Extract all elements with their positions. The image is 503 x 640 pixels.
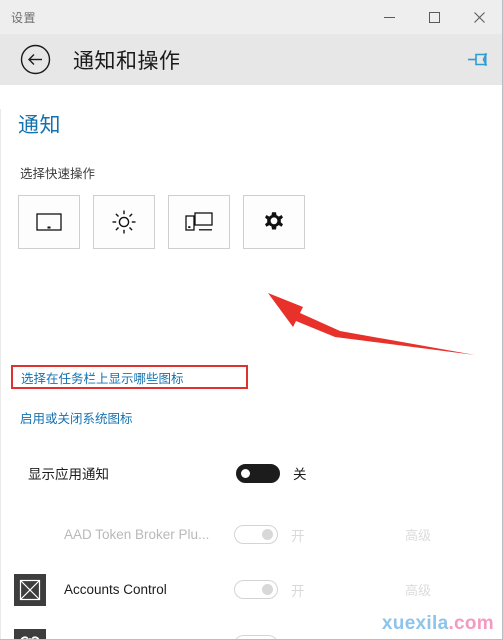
advanced-link[interactable]: 高级 bbox=[405, 580, 431, 599]
connect-project-tile[interactable] bbox=[168, 195, 230, 249]
title-bar: 设置 bbox=[0, 0, 502, 34]
watermark: xuexila.com bbox=[382, 613, 494, 635]
quick-actions-row bbox=[18, 195, 502, 249]
page-header: 通知和操作 bbox=[0, 34, 502, 85]
quick-actions-label: 选择快速操作 bbox=[20, 167, 96, 181]
pin-button[interactable] bbox=[466, 48, 490, 72]
app-toggle-state: 开 bbox=[291, 635, 305, 640]
close-icon bbox=[474, 11, 485, 23]
toggle-knob bbox=[241, 468, 250, 478]
settings-window: 设置 通知和操作 通知 选择快速操作 选择在任务栏上显示哪些图标 启用或关闭系统… bbox=[0, 0, 503, 640]
maximize-icon bbox=[429, 11, 440, 23]
minimize-icon bbox=[384, 16, 395, 18]
blank-icon bbox=[14, 519, 46, 551]
alarm-clock-icon bbox=[14, 628, 46, 639]
watermark-tld: .com bbox=[448, 613, 494, 634]
app-notification-toggle[interactable] bbox=[234, 580, 278, 599]
app-toggle-state: 开 bbox=[291, 583, 305, 599]
list-item[interactable]: Accounts Control 开 高级 bbox=[1, 562, 502, 617]
system-icons-link[interactable]: 启用或关闭系统图标 bbox=[20, 408, 133, 427]
brightness-tile[interactable] bbox=[93, 195, 155, 249]
app-toggle-state: 开 bbox=[291, 528, 305, 544]
project-devices-icon bbox=[185, 212, 213, 231]
tablet-mode-tile[interactable] bbox=[18, 195, 80, 249]
app-name: AAD Token Broker Plu... bbox=[64, 527, 210, 542]
maximize-button[interactable] bbox=[412, 0, 457, 34]
missing-image-x-icon bbox=[14, 573, 46, 606]
tablet-icon bbox=[36, 213, 62, 231]
section-heading-notifications: 通知 bbox=[18, 114, 61, 137]
settings-content: 通知 选择快速操作 选择在任务栏上显示哪些图标 启用或关闭系统图标 显示应用通知… bbox=[0, 109, 502, 640]
back-arrow-icon bbox=[20, 44, 51, 75]
app-notification-toggle[interactable] bbox=[234, 525, 278, 544]
app-name: Accounts Control bbox=[64, 582, 167, 597]
minimize-button[interactable] bbox=[367, 0, 412, 34]
window-title: 设置 bbox=[11, 10, 37, 25]
show-app-notifications-row: 显示应用通知 关 bbox=[1, 457, 502, 489]
advanced-link[interactable]: 高级 bbox=[405, 525, 431, 544]
show-app-notifications-toggle[interactable] bbox=[236, 463, 280, 483]
window-controls bbox=[367, 0, 502, 34]
missing-image-x-glyph bbox=[19, 579, 41, 600]
close-button[interactable] bbox=[457, 0, 502, 34]
watermark-site: xuexila bbox=[381, 613, 449, 634]
app-notification-toggle[interactable] bbox=[234, 635, 278, 639]
gear-icon bbox=[265, 212, 283, 230]
all-settings-tile[interactable] bbox=[243, 195, 305, 249]
brightness-sun-icon bbox=[112, 210, 136, 234]
show-app-notifications-state: 关 bbox=[293, 467, 307, 482]
pin-icon bbox=[468, 52, 488, 66]
alarm-clock-glyph bbox=[20, 635, 40, 639]
back-button[interactable] bbox=[19, 43, 52, 76]
advanced-link[interactable]: 高级 bbox=[405, 635, 431, 639]
taskbar-icons-link[interactable]: 选择在任务栏上显示哪些图标 bbox=[21, 368, 184, 387]
toggle-knob bbox=[262, 529, 273, 540]
taskbar-icons-highlight-box: 选择在任务栏上显示哪些图标 bbox=[11, 365, 248, 389]
show-app-notifications-label: 显示应用通知 bbox=[28, 467, 109, 482]
list-item[interactable]: AAD Token Broker Plu... 开 高级 bbox=[1, 507, 502, 562]
page-title: 通知和操作 bbox=[73, 49, 181, 73]
toggle-knob bbox=[262, 584, 273, 595]
